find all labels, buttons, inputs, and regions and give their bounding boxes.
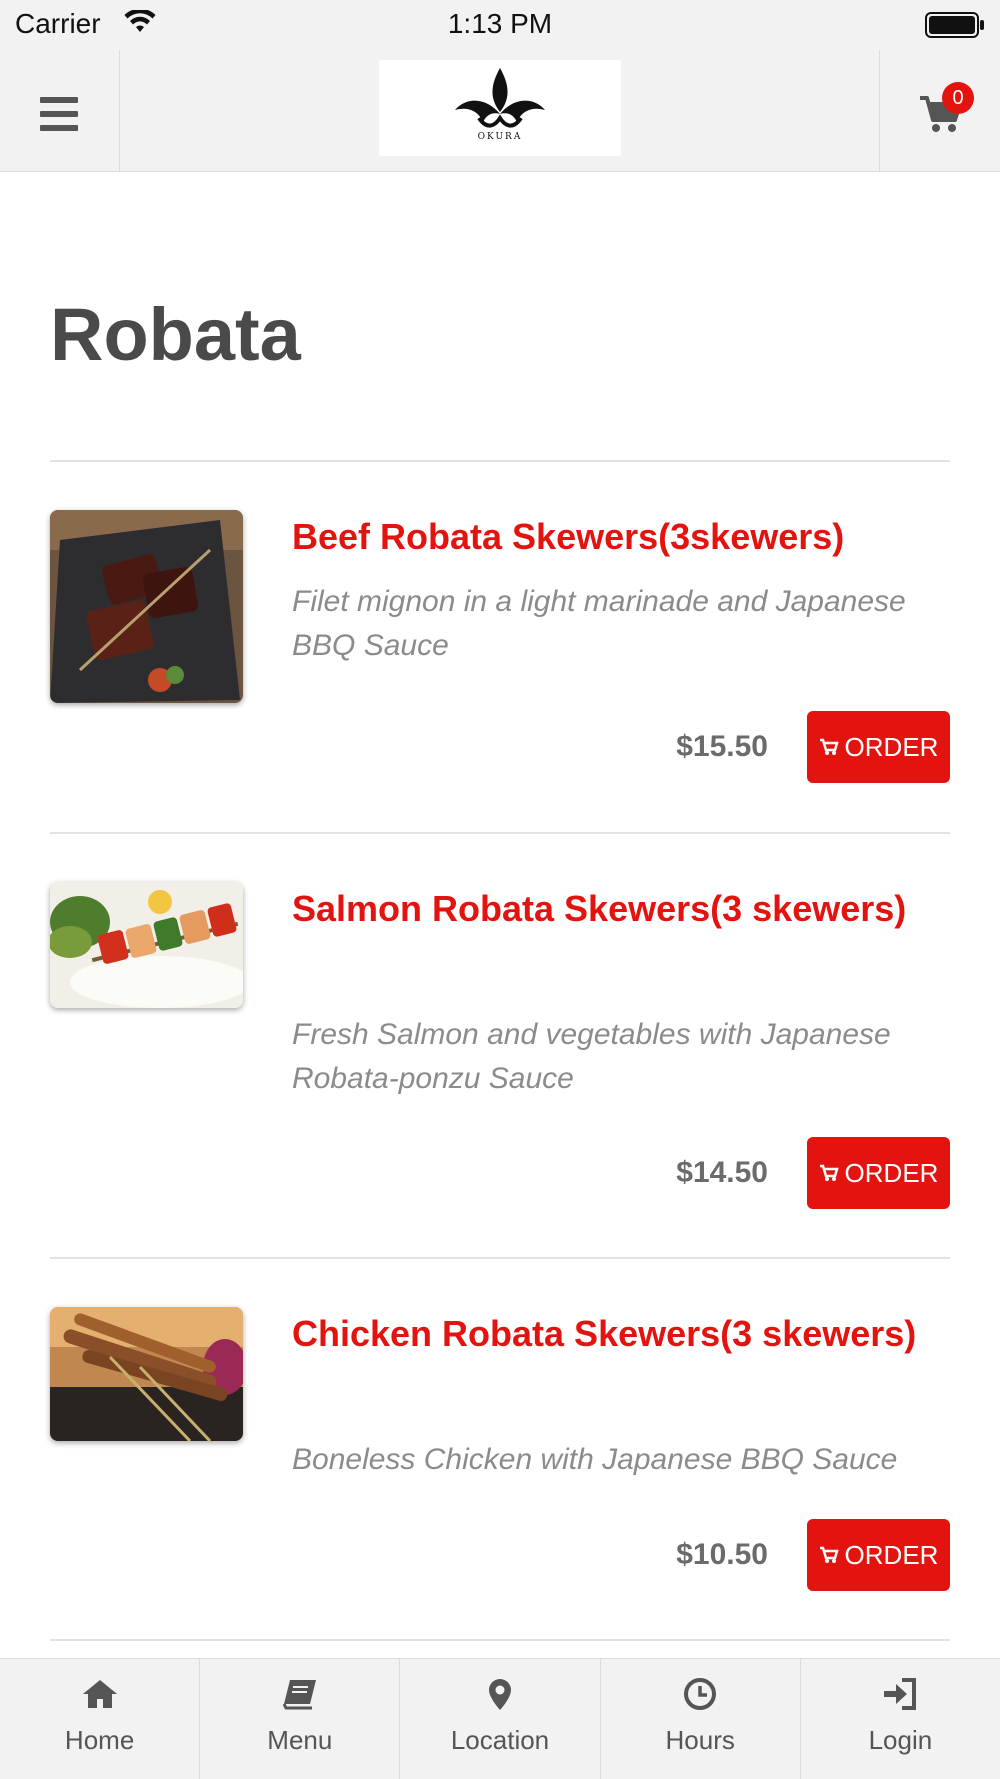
cart-button[interactable]: 0 (879, 50, 1000, 171)
restaurant-logo[interactable]: OKURA (379, 60, 621, 156)
item-price: $14.50 (676, 1156, 768, 1189)
cart-icon (819, 1158, 839, 1189)
divider (50, 1639, 950, 1641)
item-name[interactable]: Chicken Robata Skewers(3 skewers) (292, 1307, 942, 1360)
tab-menu[interactable]: Menu (200, 1659, 401, 1779)
order-button[interactable]: ORDER (807, 711, 950, 783)
login-icon (880, 1677, 920, 1715)
tab-label: Login (868, 1725, 933, 1755)
tab-label: Menu (267, 1725, 333, 1755)
item-price: $10.50 (676, 1538, 768, 1571)
item-photo-chicken[interactable] (50, 1307, 243, 1441)
item-photo-beef[interactable] (50, 510, 243, 703)
app-header: OKURA 0 (0, 50, 1000, 172)
divider (50, 460, 950, 462)
book-icon (280, 1677, 320, 1715)
tab-hours[interactable]: Hours (601, 1659, 801, 1779)
order-button[interactable]: ORDER (807, 1137, 950, 1209)
status-bar: Carrier 1:13 PM (0, 0, 1000, 50)
logo-text: OKURA (477, 132, 523, 142)
hamburger-icon (40, 97, 78, 139)
tab-label: Hours (665, 1725, 735, 1755)
item-name[interactable]: Beef Robata Skewers(3skewers) (292, 510, 942, 563)
tab-label: Home (64, 1725, 135, 1755)
item-photo-salmon[interactable] (50, 882, 243, 1008)
cart-icon (819, 1540, 839, 1571)
order-button[interactable]: ORDER (807, 1519, 950, 1591)
order-button-label: ORDER (844, 731, 939, 762)
hamburger-menu-button[interactable] (0, 50, 120, 171)
clock-icon (680, 1677, 720, 1715)
home-icon (80, 1677, 120, 1715)
item-name[interactable]: Salmon Robata Skewers(3 skewers) (292, 882, 942, 935)
divider (50, 1257, 950, 1259)
item-description: Filet mignon in a light marinade and Jap… (292, 585, 906, 662)
divider (50, 832, 950, 834)
cart-count-badge: 0 (942, 82, 974, 114)
item-description: Fresh Salmon and vegetables with Japanes… (292, 1018, 891, 1095)
tab-label: Location (450, 1725, 550, 1755)
status-time: 1:13 PM (447, 8, 553, 39)
item-price: $15.50 (676, 730, 768, 763)
battery-icon (925, 12, 985, 38)
bottom-tab-bar: Home Menu Location Hours Login (0, 1658, 1000, 1779)
tab-location[interactable]: Location (400, 1659, 601, 1779)
tab-home[interactable]: Home (0, 1659, 201, 1779)
menu-item: Beef Robata Skewers(3skewers) Filet mign… (50, 510, 950, 785)
item-description: Boneless Chicken with Japanese BBQ Sauce (292, 1443, 898, 1476)
page-title: Robata (50, 293, 301, 376)
menu-item: Salmon Robata Skewers(3 skewers) Fresh S… (50, 882, 950, 1209)
map-pin-icon (480, 1677, 520, 1715)
tab-login[interactable]: Login (801, 1659, 1000, 1779)
order-button-label: ORDER (844, 1157, 939, 1188)
order-button-label: ORDER (844, 1539, 939, 1570)
cart-icon (819, 732, 839, 763)
menu-item: Chicken Robata Skewers(3 skewers) Bonele… (50, 1307, 950, 1597)
